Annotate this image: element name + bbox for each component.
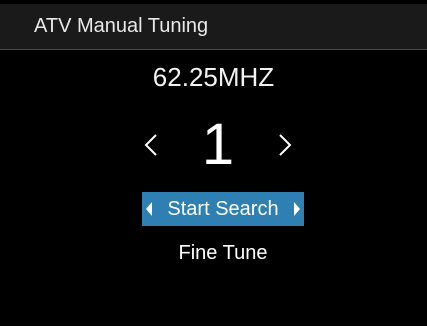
triangle-left-icon — [146, 202, 152, 216]
fine-tune-button[interactable]: Fine Tune — [142, 236, 304, 270]
chevron-right-icon[interactable] — [272, 132, 298, 158]
channel-number: 1 — [201, 112, 235, 177]
channel-selector: 1 — [0, 110, 427, 180]
page-title: ATV Manual Tuning — [34, 15, 209, 37]
frequency-readout: 62.25MHZ — [152, 62, 275, 92]
chevron-left-icon[interactable] — [138, 132, 164, 158]
triangle-right-icon — [294, 202, 300, 216]
start-search-button[interactable]: Start Search — [142, 192, 304, 226]
title-bar: ATV Manual Tuning — [0, 4, 427, 50]
start-search-label: Start Search — [167, 198, 279, 220]
fine-tune-label: Fine Tune — [178, 242, 268, 264]
atv-tuning-panel: ATV Manual Tuning 62.25MHZ 1 Start Searc… — [0, 0, 427, 326]
